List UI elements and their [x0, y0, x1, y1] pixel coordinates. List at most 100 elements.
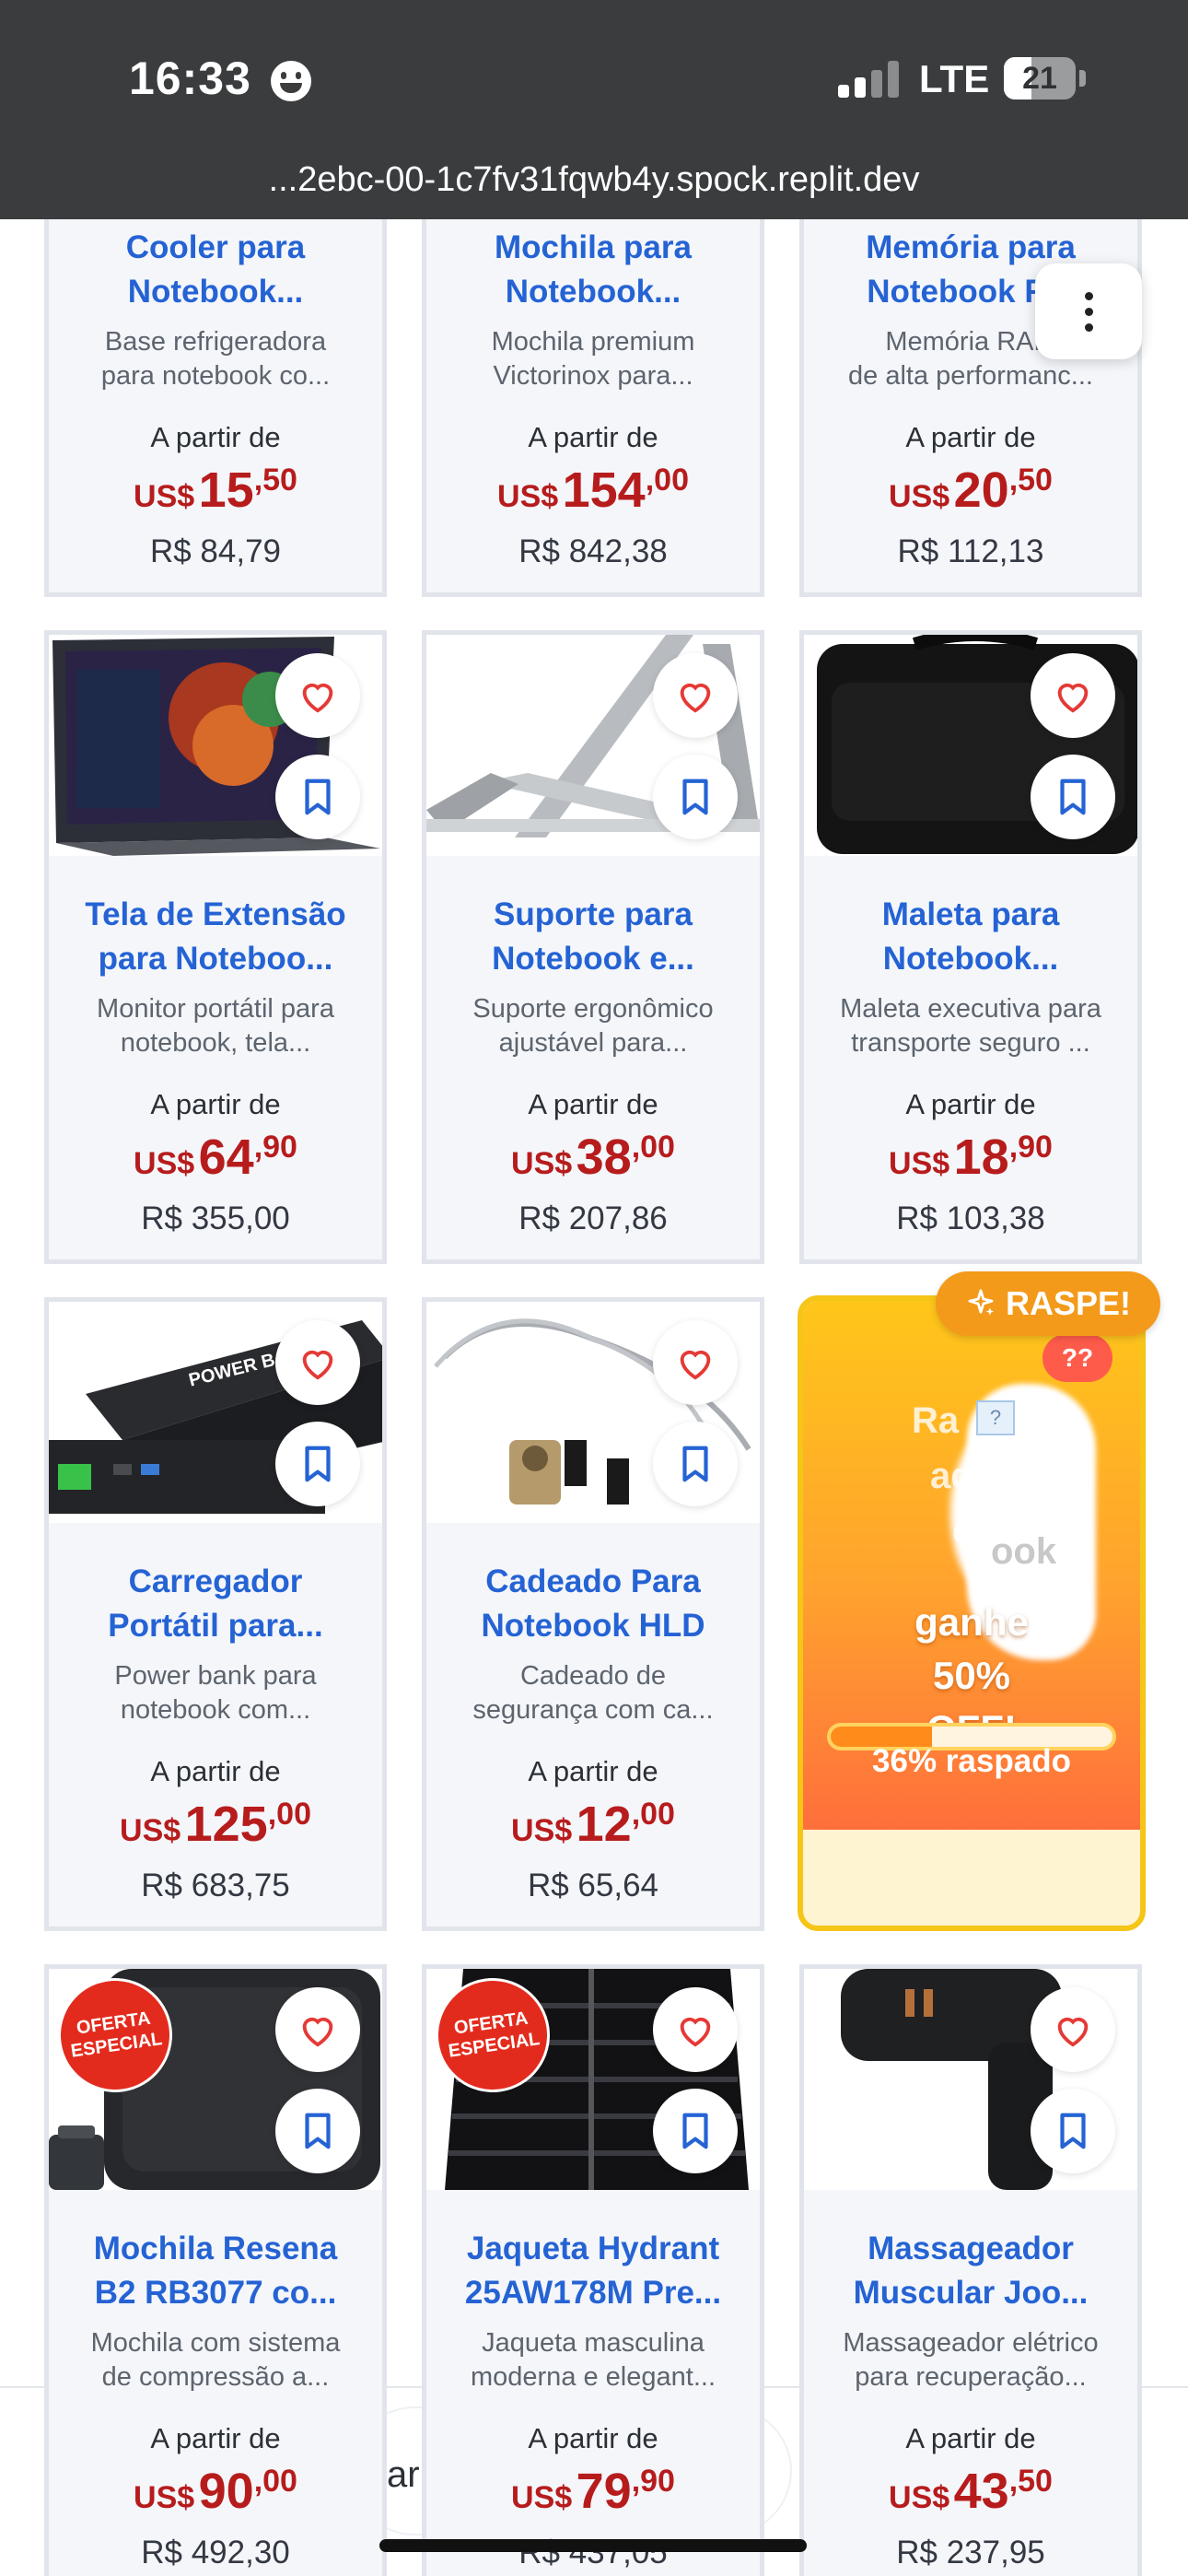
bookmark-icon — [682, 2113, 708, 2149]
save-button[interactable] — [653, 1422, 738, 1506]
price-brl: R$ 84,79 — [149, 533, 282, 569]
price-usd: US$ 43,50 — [889, 2464, 1053, 2519]
product-card[interactable]: Memória para Notebook R... Memória RAM de … — [799, 184, 1142, 597]
save-button[interactable] — [653, 2089, 738, 2173]
product-description: Power bank para notebook com... — [114, 1661, 317, 1725]
search-label: ar — [387, 2454, 420, 2495]
kebab-dot-icon — [1084, 322, 1093, 332]
heart-icon — [302, 1350, 333, 1380]
price-prefix: A partir de — [528, 421, 658, 453]
scratch-card[interactable]: Ra aq e ? ook ?? ganhe 50% OFF! 36% rasp… — [798, 1295, 1146, 1931]
price-usd: US$ 79,90 — [511, 2464, 675, 2519]
save-button[interactable] — [1031, 2089, 1115, 2173]
favorite-button[interactable] — [275, 653, 360, 738]
more-options-button[interactable] — [1035, 263, 1142, 359]
product-title[interactable]: Cooler para Notebook... — [67, 226, 364, 314]
product-card[interactable]: Tela de Extensão para Noteboo... Monitor … — [44, 630, 387, 1264]
kebab-dot-icon — [1084, 291, 1093, 300]
product-description: Monitor portátil para notebook, tela... — [97, 994, 334, 1058]
favorite-button[interactable] — [1031, 653, 1115, 738]
heart-icon — [680, 683, 711, 713]
price-usd: US$ 64,90 — [134, 1130, 297, 1185]
scratched-area — [950, 1421, 1061, 1605]
scratch-progress-text: 36% raspado — [872, 1743, 1071, 1779]
bookmark-icon — [1060, 2113, 1086, 2149]
price-brl: R$ 237,95 — [896, 2535, 1045, 2570]
price-usd: US$ 18,90 — [889, 1130, 1053, 1185]
product-description: Suporte ergonômico ajustável para... — [472, 994, 714, 1058]
price-prefix: A partir de — [905, 2422, 1036, 2454]
save-button[interactable] — [275, 2089, 360, 2173]
price-prefix: A partir de — [150, 1755, 281, 1787]
save-button[interactable] — [275, 755, 360, 839]
product-description: Cadeado de segurança com ca... — [472, 1661, 714, 1725]
price-usd: US$ 12,00 — [511, 1797, 675, 1852]
sparkle-icon — [968, 1289, 995, 1316]
price-brl: R$ 492,30 — [141, 2535, 290, 2570]
scratch-surface[interactable]: Ra aq e ? ook ?? ganhe 50% OFF! 36% rasp… — [803, 1301, 1140, 1830]
price-usd: US$ 154,00 — [497, 463, 689, 518]
product-card[interactable]: Cooler para Notebook... Base refrigerador… — [44, 184, 387, 597]
bookmark-icon — [305, 779, 331, 815]
favorite-button[interactable] — [275, 1987, 360, 2072]
scratch-hidden-word: ook — [991, 1531, 1057, 1572]
battery-icon: 21 — [1004, 57, 1076, 100]
heart-icon — [302, 2017, 333, 2047]
price-brl: R$ 355,00 — [141, 1200, 290, 1236]
product-card[interactable]: POWER BANK Carregador Portátil para... Po… — [44, 1297, 387, 1931]
product-description: Mochila premium Victorinox para... — [491, 327, 695, 391]
favorite-button[interactable] — [1031, 1987, 1115, 2072]
price-prefix: A partir de — [150, 2422, 281, 2454]
address-bar[interactable]: ...2ebc-00-1c7fv31fqwb4y.spock.replit.de… — [0, 160, 1188, 200]
product-title[interactable]: Suporte para Notebook e... — [445, 893, 741, 981]
product-title[interactable]: Carregador Portátil para... — [67, 1560, 364, 1648]
battery-level: 21 — [1022, 61, 1057, 96]
price-usd: US$ 20,50 — [889, 463, 1053, 518]
kebab-dot-icon — [1084, 307, 1093, 316]
price-brl: R$ 103,38 — [896, 1200, 1045, 1236]
price-brl: R$ 683,75 — [141, 1868, 290, 1903]
product-card[interactable]: Suporte para Notebook e... Suporte ergonô… — [422, 630, 764, 1264]
price-brl: R$ 842,38 — [518, 533, 668, 569]
save-button[interactable] — [1031, 755, 1115, 839]
favorite-button[interactable] — [653, 653, 738, 738]
product-title[interactable]: Massageador Muscular Joo... — [822, 2227, 1119, 2315]
heart-icon — [1057, 2017, 1089, 2047]
product-title[interactable]: Mochila para Notebook... — [445, 226, 741, 314]
home-indicator[interactable] — [379, 2539, 807, 2552]
product-card[interactable]: Maleta para Notebook... Maleta executiva … — [799, 630, 1142, 1264]
status-time: 16:33 — [129, 53, 251, 104]
product-title[interactable]: Tela de Extensão para Noteboo... — [67, 893, 364, 981]
favorite-button[interactable] — [653, 1320, 738, 1405]
price-usd: US$ 125,00 — [120, 1797, 311, 1852]
product-title[interactable]: Maleta para Notebook... — [822, 893, 1119, 981]
product-title[interactable]: Mochila Resena B2 RB3077 co... — [67, 2227, 364, 2315]
price-brl: R$ 207,86 — [518, 1200, 668, 1236]
product-card[interactable]: Mochila para Notebook... Mochila premium V… — [422, 184, 764, 597]
product-title[interactable]: Cadeado Para Notebook HLD — [445, 1560, 741, 1648]
save-button[interactable] — [653, 755, 738, 839]
product-card[interactable]: OFERTA ESPECIAL Jaqueta Hydrant 25AW178M P… — [422, 1964, 764, 2576]
cellular-signal-icon — [838, 61, 899, 98]
price-prefix: A partir de — [150, 421, 281, 453]
price-prefix: A partir de — [528, 2422, 658, 2454]
favorite-button[interactable] — [653, 1987, 738, 2072]
scratch-label: RASPE! — [936, 1271, 1160, 1336]
bookmark-icon — [1060, 779, 1086, 815]
price-prefix: A partir de — [905, 421, 1036, 453]
product-card[interactable]: Cadeado Para Notebook HLD Cadeado de segur… — [422, 1297, 764, 1931]
network-type: LTE — [919, 57, 990, 100]
bookmark-icon — [305, 2113, 331, 2149]
price-usd: US$ 15,50 — [134, 463, 297, 518]
product-title[interactable]: Jaqueta Hydrant 25AW178M Pre... — [445, 2227, 741, 2315]
image-placeholder-icon: ? — [976, 1400, 1015, 1435]
price-prefix: A partir de — [528, 1755, 658, 1787]
price-prefix: A partir de — [150, 1088, 281, 1120]
product-description: Jaqueta masculina moderna e elegant... — [470, 2328, 716, 2392]
product-card[interactable]: Massageador Muscular Joo... Massageador e… — [799, 1964, 1142, 2576]
mystery-badge: ?? — [1042, 1334, 1112, 1382]
save-button[interactable] — [275, 1422, 360, 1506]
product-card[interactable]: OFERTA ESPECIAL Mochila Resena B2 RB3077 c… — [44, 1964, 387, 2576]
bookmark-icon — [682, 1446, 708, 1482]
favorite-button[interactable] — [275, 1320, 360, 1405]
